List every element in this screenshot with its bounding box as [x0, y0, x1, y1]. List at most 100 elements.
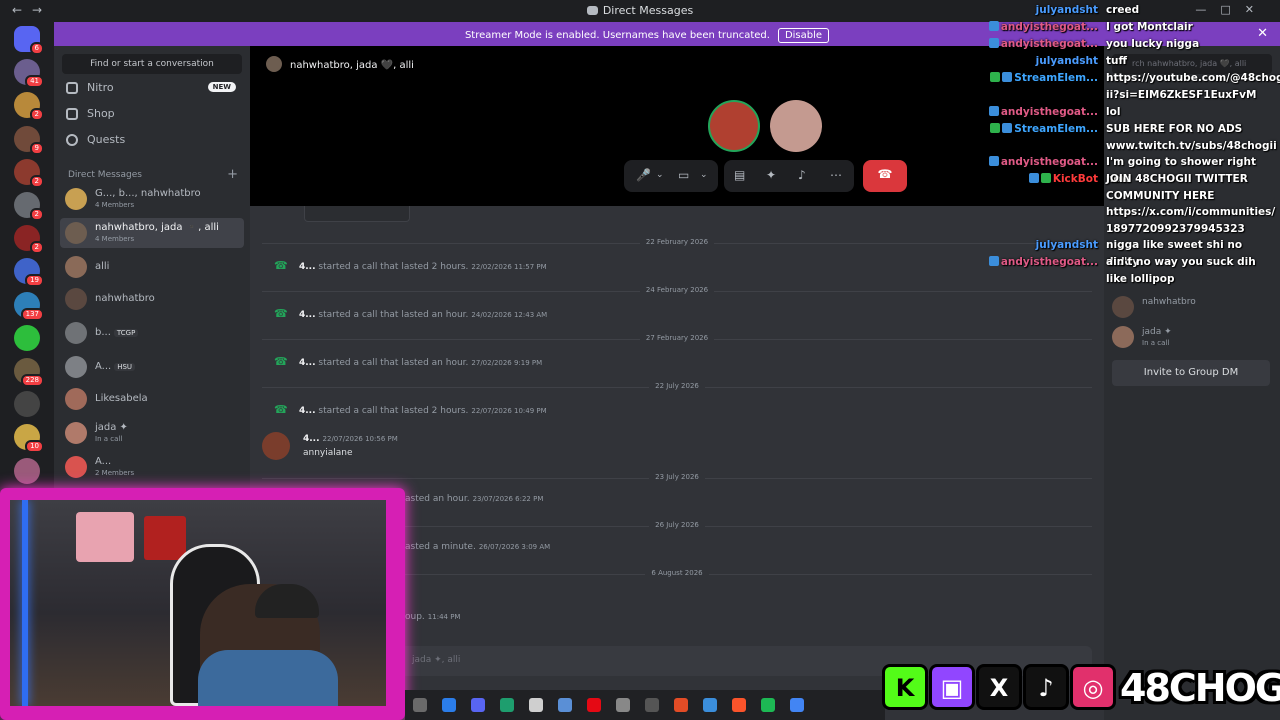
camera-off-icon[interactable]: ▭	[678, 168, 689, 182]
unread-badge: 10	[25, 440, 44, 454]
taskbar-app-icon[interactable]	[529, 698, 543, 712]
soundboard-icon[interactable]: ♪	[798, 168, 806, 182]
chat-badge-icon	[988, 106, 999, 116]
clan-tag: TCGP	[113, 329, 139, 337]
chat-username-text: julyandsht	[1035, 55, 1098, 67]
taskbar-app-icon[interactable]	[645, 698, 659, 712]
message-timestamp: 22/07/2026 10:56 PM	[322, 435, 398, 443]
nav-item-shop[interactable]: Shop	[62, 102, 242, 126]
caller-name[interactable]: 4...	[299, 262, 316, 272]
chat-username: julyandsht	[1036, 53, 1098, 70]
microphone-icon[interactable]: 🎤	[636, 168, 651, 182]
taskbar-app-icon[interactable]	[558, 698, 572, 712]
taskbar-app-icon[interactable]	[471, 698, 485, 712]
chat-badge-icon	[988, 256, 999, 266]
taskbar-app-icon[interactable]	[442, 698, 456, 712]
dm-item[interactable]: A... HSU	[60, 352, 244, 382]
dm-item[interactable]: A... 2 Members	[60, 452, 244, 482]
taskbar-app-icon[interactable]	[674, 698, 688, 712]
caller-name[interactable]: 4...	[299, 358, 316, 368]
avatar	[1112, 326, 1134, 348]
avatar[interactable]	[262, 432, 290, 460]
member-item[interactable]: nahwhatbro	[1112, 294, 1272, 320]
participant-avatar[interactable]	[708, 100, 760, 152]
date-divider: 22 February 2026	[262, 238, 1092, 246]
chat-username: andyisthegoat...	[988, 104, 1098, 121]
screen-share-icon[interactable]: ▤	[734, 168, 745, 182]
taskbar-app-icon[interactable]	[413, 698, 427, 712]
dm-name: A... HSU	[95, 361, 136, 372]
chat-badge-icon	[1002, 123, 1013, 133]
server-icon[interactable]: 2	[14, 158, 44, 188]
dm-item[interactable]: b... TCGP	[60, 318, 244, 348]
nav-item-quests[interactable]: Quests	[62, 128, 242, 152]
taskbar-app-icon[interactable]	[703, 698, 717, 712]
call-event: asted a minute. 26/07/2026 3:09 AM	[405, 542, 550, 552]
activities-icon[interactable]: ✦	[766, 168, 776, 182]
avatar	[65, 188, 87, 210]
attachment-preview[interactable]	[304, 206, 410, 222]
find-conversation-input[interactable]: Find or start a conversation	[62, 54, 242, 74]
nav-item-nitro[interactable]: Nitro NEW	[62, 76, 242, 100]
avatar	[1112, 296, 1134, 318]
server-icon[interactable]	[14, 324, 40, 351]
member-item[interactable]: jada ✦ In a call	[1112, 324, 1272, 350]
chevron-down-icon[interactable]: ⌄	[700, 170, 708, 180]
dm-item[interactable]: jada ✦ In a call	[60, 418, 244, 448]
instagram-icon: ◎	[1070, 664, 1116, 710]
date-divider: 24 February 2026	[262, 286, 1092, 294]
server-icon[interactable]: 6	[14, 26, 44, 55]
call-event: ☎ 4... started a call that lasted an hour…	[274, 307, 547, 320]
call-text: asted a minute.	[405, 542, 476, 552]
server-icon[interactable]	[14, 457, 40, 484]
add-dm-icon[interactable]: +	[227, 167, 238, 182]
unread-badge: 41	[25, 75, 44, 89]
disconnect-button[interactable]: ☎	[863, 160, 907, 192]
unread-badge: 2	[29, 241, 44, 255]
disable-button[interactable]: Disable	[777, 28, 830, 43]
more-options-icon[interactable]: ⋯	[830, 168, 842, 182]
chat-username: julyandsht	[1036, 2, 1098, 19]
social-overlay: K ▣ X ♪ ◎ 48CHOGII	[882, 660, 1280, 720]
server-icon[interactable]: 228	[14, 358, 44, 387]
server-icon[interactable]	[14, 391, 40, 418]
server-icon[interactable]: 9	[14, 125, 44, 155]
server-icon[interactable]: 19	[14, 258, 44, 288]
server-icon[interactable]: 137	[14, 291, 44, 321]
invite-button[interactable]: Invite to Group DM	[1112, 360, 1270, 386]
chat-badge-icon	[988, 156, 999, 166]
taskbar-app-icon[interactable]	[790, 698, 804, 712]
avatar	[65, 456, 87, 478]
chevron-down-icon[interactable]: ⌄	[656, 170, 664, 180]
server-icon[interactable]: 2	[14, 92, 44, 122]
server-icon[interactable]: 2	[14, 225, 44, 255]
date-label: 26 July 2026	[649, 521, 705, 529]
server-icon[interactable]: 10	[14, 424, 44, 454]
taskbar-app-icon[interactable]	[616, 698, 630, 712]
dm-item[interactable]: Likesabela	[60, 384, 244, 414]
participant-avatar[interactable]	[770, 100, 822, 152]
chat-text: creed	[1106, 4, 1140, 16]
taskbar-app-icon[interactable]	[732, 698, 746, 712]
dm-name-text: b...	[95, 327, 111, 338]
dm-name: jada ✦	[95, 422, 128, 433]
dm-item[interactable]: alli	[60, 252, 244, 282]
avatar	[65, 422, 87, 444]
date-label: 27 February 2026	[639, 334, 715, 342]
caller-name[interactable]: 4...	[299, 406, 316, 416]
dm-item[interactable]: nahwhatbro, jada ▪️, alli 4 Members	[60, 218, 244, 248]
chat-text: you lucky nigga	[1106, 38, 1200, 50]
taskbar-app-icon[interactable]	[500, 698, 514, 712]
taskbar-app-icon[interactable]	[587, 698, 601, 712]
dm-item[interactable]: G..., b..., nahwhatbro 4 Members	[60, 184, 244, 214]
call-timestamp: 22/07/2026 10:49 PM	[471, 407, 547, 415]
chat-username-text: andyisthegoat...	[1000, 21, 1098, 33]
call-text: started a call that lasted an hour.	[318, 358, 469, 368]
caller-name[interactable]: 4...	[299, 310, 316, 320]
taskbar-app-icon[interactable]	[761, 698, 775, 712]
dm-item[interactable]: nahwhatbro	[60, 284, 244, 314]
call-event: ☎ 4... started a call that lasted 2 hours…	[274, 403, 547, 416]
message-author[interactable]: 4...	[303, 434, 320, 444]
server-icon[interactable]: 2	[14, 192, 44, 221]
server-icon[interactable]: 41	[14, 59, 44, 89]
